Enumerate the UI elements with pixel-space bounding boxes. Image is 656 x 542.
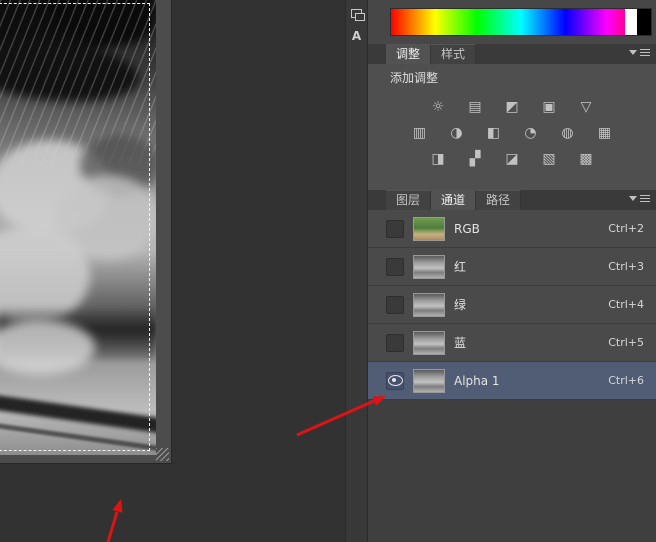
color-spectrum-bar[interactable] (390, 8, 652, 36)
tab-layers[interactable]: 图层 (386, 190, 431, 210)
adjustments-tabbar: 调整 样式 (368, 44, 656, 64)
channel-thumbnail (413, 293, 445, 317)
channel-shortcut: Ctrl+3 (608, 260, 644, 273)
channel-row-red[interactable]: 红 Ctrl+3 (368, 248, 656, 286)
vibrance-icon[interactable]: ▽ (574, 97, 598, 117)
exposure-icon[interactable]: ▣ (537, 97, 561, 117)
canvas-image[interactable] (0, 0, 156, 455)
channel-name: RGB (454, 222, 480, 236)
channel-thumbnail (413, 331, 445, 355)
channel-name: 绿 (454, 296, 466, 313)
tab-paths[interactable]: 路径 (476, 190, 521, 210)
color-panel (368, 0, 656, 44)
visibility-toggle[interactable] (386, 372, 404, 390)
channel-row-alpha1[interactable]: Alpha 1 Ctrl+6 (368, 362, 656, 400)
channel-thumbnail (413, 369, 445, 393)
adjustment-icon-row: ◨ ▞ ◪ ▧ ▩ (368, 146, 656, 172)
visibility-toggle[interactable] (386, 220, 404, 238)
threshold-icon[interactable]: ◪ (500, 149, 524, 169)
selection-marching-ants (0, 3, 150, 451)
tab-styles[interactable]: 样式 (431, 44, 476, 64)
tab-channels[interactable]: 通道 (431, 190, 476, 210)
white-swatch[interactable] (625, 9, 637, 35)
curves-icon[interactable]: ◩ (500, 97, 524, 117)
posterize-icon[interactable]: ▞ (463, 149, 487, 169)
invert-icon[interactable]: ◨ (426, 149, 450, 169)
right-panel: 调整 样式 添加调整 ☼ ▤ ◩ ▣ ▽ ▥ ◑ ◧ ◔ ◍ ▦ ◨ (368, 0, 656, 542)
adjustment-icon-row: ▥ ◑ ◧ ◔ ◍ ▦ (368, 120, 656, 146)
black-white-icon[interactable]: ◧ (482, 123, 506, 143)
panel-dock: A (345, 0, 368, 542)
adjustment-icon-row: ☼ ▤ ◩ ▣ ▽ (368, 94, 656, 120)
color-balance-icon[interactable]: ◑ (445, 123, 469, 143)
channel-name: Alpha 1 (454, 374, 500, 388)
channel-shortcut: Ctrl+2 (608, 222, 644, 235)
channel-thumbnail (413, 255, 445, 279)
character-panel-icon[interactable]: A (348, 27, 365, 44)
color-lookup-icon[interactable]: ▦ (593, 123, 617, 143)
resize-grip[interactable] (156, 448, 169, 461)
channel-shortcut: Ctrl+5 (608, 336, 644, 349)
channel-row-rgb[interactable]: RGB Ctrl+2 (368, 210, 656, 248)
channel-row-blue[interactable]: 蓝 Ctrl+5 (368, 324, 656, 362)
arrow-head (112, 499, 122, 513)
black-swatch[interactable] (637, 9, 651, 35)
channel-row-green[interactable]: 绿 Ctrl+4 (368, 286, 656, 324)
visibility-toggle[interactable] (386, 258, 404, 276)
visibility-toggle[interactable] (386, 334, 404, 352)
channel-shortcut: Ctrl+6 (608, 374, 644, 387)
channels-tabbar: 图层 通道 路径 (368, 190, 656, 210)
gradient-map-icon[interactable]: ▧ (537, 149, 561, 169)
channel-shortcut: Ctrl+4 (608, 298, 644, 311)
arrow-bottom (108, 512, 117, 542)
channel-thumbnail (413, 217, 445, 241)
channels-list: RGB Ctrl+2 红 Ctrl+3 绿 Ctrl+4 蓝 Ctrl+5 (368, 210, 656, 400)
channel-name: 红 (454, 258, 466, 275)
adjustments-panel: 添加调整 ☼ ▤ ◩ ▣ ▽ ▥ ◑ ◧ ◔ ◍ ▦ ◨ ▞ ◪ ▧ ▩ (368, 64, 656, 190)
channel-mixer-icon[interactable]: ◍ (556, 123, 580, 143)
panel-menu-icon[interactable] (629, 195, 650, 202)
eye-icon (388, 375, 403, 386)
character-panel-glyph: A (352, 29, 361, 43)
visibility-toggle[interactable] (386, 296, 404, 314)
channels-panel-empty-area (368, 400, 656, 542)
selective-color-icon[interactable]: ▩ (574, 149, 598, 169)
swatches-panel-icon[interactable] (348, 5, 365, 22)
levels-icon[interactable]: ▤ (463, 97, 487, 117)
tab-adjustments[interactable]: 调整 (386, 44, 431, 64)
brightness-contrast-icon[interactable]: ☼ (426, 97, 450, 117)
photoshop-workspace: A 调整 样式 添加调整 ☼ ▤ ◩ ▣ ▽ (0, 0, 656, 542)
channel-name: 蓝 (454, 334, 466, 351)
document-window (0, 0, 172, 464)
photo-filter-icon[interactable]: ◔ (519, 123, 543, 143)
panel-menu-icon[interactable] (629, 49, 650, 56)
add-adjustments-label: 添加调整 (390, 69, 656, 86)
hue-saturation-icon[interactable]: ▥ (408, 123, 432, 143)
